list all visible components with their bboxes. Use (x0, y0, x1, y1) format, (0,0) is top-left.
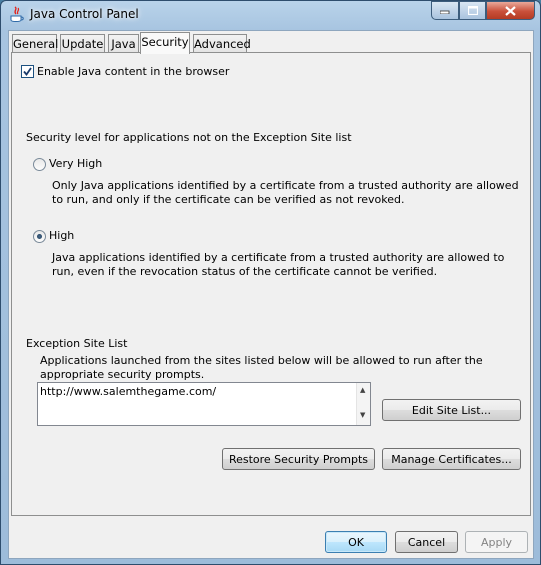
scroll-down-arrow-icon[interactable]: ▼ (360, 411, 365, 419)
java-logo-icon (10, 6, 24, 22)
tab-advanced[interactable]: Advanced (193, 34, 251, 53)
java-control-panel-window: Java Control Panel General Update Java S… (0, 0, 541, 565)
maximize-icon (467, 6, 478, 15)
high-description: Java applications identified by a certif… (52, 251, 505, 278)
very-high-description: Only Java applications identified by a c… (52, 179, 519, 206)
security-level-heading: Security level for applications not on t… (26, 131, 352, 144)
high-radio[interactable] (33, 230, 46, 243)
listbox-scrollbar[interactable]: ▲ ▼ (356, 383, 370, 425)
tab-general[interactable]: General (12, 34, 58, 53)
ok-button[interactable]: OK (325, 531, 387, 553)
tab-update[interactable]: Update (60, 34, 105, 53)
window-title: Java Control Panel (30, 7, 139, 21)
tab-java[interactable]: Java (108, 34, 139, 53)
exception-site-list-heading: Exception Site List (26, 337, 128, 350)
dialog-client-area: General Update Java Security Advanced En… (8, 30, 534, 559)
close-button[interactable] (486, 1, 535, 20)
enable-java-label: Enable Java content in the browser (37, 65, 230, 78)
security-tab-panel: Enable Java content in the browser Secur… (11, 52, 531, 516)
close-icon (505, 5, 516, 16)
very-high-radio[interactable] (33, 158, 46, 171)
high-label: High (49, 229, 75, 242)
tab-security[interactable]: Security (140, 32, 190, 54)
minimize-button[interactable] (431, 1, 459, 20)
maximize-button[interactable] (459, 1, 486, 20)
minimize-icon (440, 10, 450, 14)
edit-site-list-button[interactable]: Edit Site List... (382, 399, 521, 421)
checkmark-icon (23, 67, 32, 76)
title-bar[interactable]: Java Control Panel (1, 1, 540, 29)
exception-site-listbox[interactable]: http://www.salemthegame.com/ ▲ ▼ (37, 382, 371, 426)
very-high-label: Very High (49, 157, 103, 170)
restore-security-prompts-button[interactable]: Restore Security Prompts (222, 448, 375, 470)
exception-site-description: Applications launched from the sites lis… (40, 354, 483, 381)
apply-button[interactable]: Apply (465, 531, 528, 553)
enable-java-checkbox[interactable] (21, 65, 34, 78)
cancel-button[interactable]: Cancel (395, 531, 458, 553)
manage-certificates-button[interactable]: Manage Certificates... (382, 448, 521, 470)
list-item[interactable]: http://www.salemthegame.com/ (40, 385, 216, 398)
scroll-up-arrow-icon[interactable]: ▲ (360, 386, 365, 394)
